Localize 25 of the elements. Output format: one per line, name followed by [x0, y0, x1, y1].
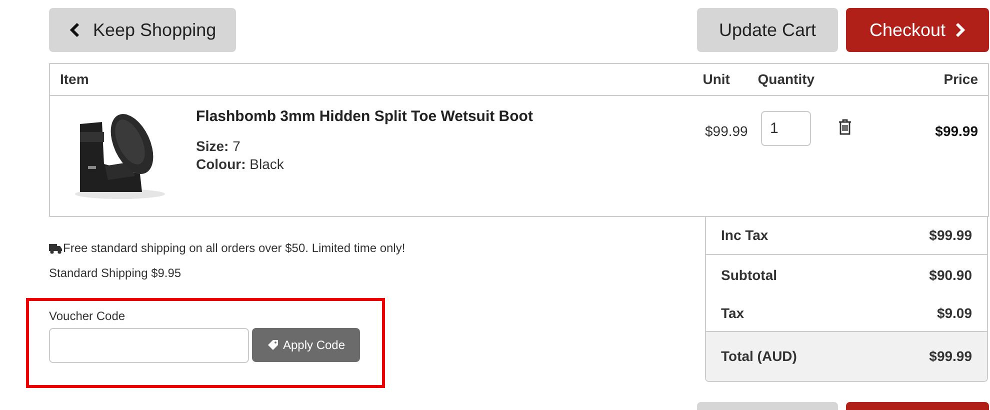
column-header: Unit	[702, 70, 731, 89]
standard-shipping: Standard Shipping $9.95	[49, 265, 182, 282]
product-name: Flashbomb 3mm Hidden Split Toe Wetsuit Boot	[196, 107, 533, 127]
totals-label: Total (AUD)	[721, 347, 797, 366]
product-attribute: Colour: Black	[196, 154, 285, 172]
update-cart-button[interactable]: Update Cart	[697, 8, 838, 52]
totals-label: Subtotal	[721, 266, 777, 284]
totals-value: $9.09	[936, 304, 972, 322]
column-header: Item	[60, 70, 89, 89]
totals-value: $99.99	[929, 347, 972, 366]
apply-code-button[interactable]: Apply Code	[252, 328, 360, 362]
totals-value: $90.90	[929, 266, 972, 284]
product-attribute: Size: 7	[196, 136, 242, 154]
totals-label: Tax	[721, 304, 744, 322]
voucher-label: Voucher Code	[49, 308, 126, 325]
column-header: Price	[944, 70, 978, 89]
quantity-field[interactable]: 1	[761, 111, 811, 146]
line-total: $99.99	[935, 122, 978, 141]
unit-price: $99.99	[705, 122, 748, 141]
column-header: Quantity	[758, 70, 815, 89]
shipping-promo: Free standard shipping on all orders over $50. Limited time only!	[63, 240, 406, 257]
keep-shopping-button[interactable]: Keep Shopping	[49, 8, 236, 52]
checkout-button[interactable]: Checkout	[846, 8, 989, 52]
totals-label: Inc Tax	[721, 226, 768, 245]
totals-value: $99.99	[929, 226, 972, 245]
